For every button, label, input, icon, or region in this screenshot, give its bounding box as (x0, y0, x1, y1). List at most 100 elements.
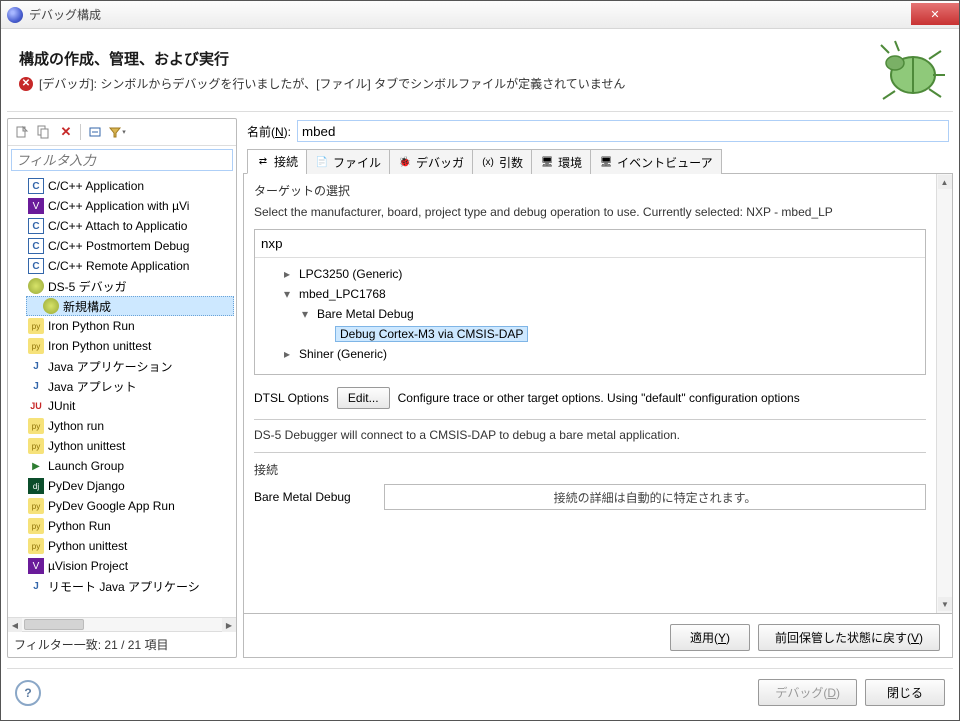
scroll-up-icon[interactable]: ▲ (938, 175, 952, 189)
tree-item[interactable]: CC/C++ Application (26, 176, 234, 196)
type-icon: J (28, 578, 44, 594)
tree-item-label: PyDev Django (48, 479, 125, 493)
help-button[interactable]: ? (15, 680, 41, 706)
expand-icon[interactable]: ▸ (281, 347, 293, 361)
tree-item[interactable]: pyJython unittest (26, 436, 234, 456)
tree-item[interactable]: 新規構成 (26, 296, 234, 316)
new-config-button[interactable] (12, 122, 32, 142)
tree-item[interactable]: pyPython Run (26, 516, 234, 536)
panel-vscrollbar[interactable]: ▲ ▼ (936, 174, 952, 613)
close-window-button[interactable]: ✕ (911, 3, 959, 25)
device-tree-row[interactable]: Debug Cortex-M3 via CMSIS-DAP (263, 324, 919, 344)
config-tree[interactable]: CC/C++ ApplicationVC/C++ Application wit… (8, 174, 236, 617)
tree-hscrollbar[interactable]: ◀ ▶ (8, 617, 236, 631)
target-filter-input[interactable] (259, 234, 921, 253)
type-icon: C (28, 178, 44, 194)
dialog-window: デバッグ構成 ✕ 構成の作成、管理、および実行 ✕ [デバッガ]: シンボルから… (0, 0, 960, 721)
tree-item[interactable]: DS-5 デバッガ (26, 276, 234, 296)
tree-item[interactable]: Jリモート Java アプリケーシ (26, 576, 234, 596)
tab-label: 環境 (558, 154, 582, 171)
tab-icon: ⇄ (256, 155, 270, 169)
device-tree-row[interactable]: ▾mbed_LPC1768 (263, 284, 919, 304)
type-icon (43, 298, 59, 314)
tab-2[interactable]: 🐞デバッガ (389, 149, 473, 174)
tree-item[interactable]: pyJython run (26, 416, 234, 436)
tree-item[interactable]: ▶Launch Group (26, 456, 234, 476)
connection-details-box: 接続の詳細は自動的に特定されます。 (384, 484, 926, 510)
target-section-desc: Select the manufacturer, board, project … (254, 205, 926, 219)
device-tree-row[interactable]: ▸Shiner (Generic) (263, 344, 919, 364)
dtsl-desc: Configure trace or other target options.… (398, 391, 800, 405)
tree-item[interactable]: VC/C++ Application with µVi (26, 196, 234, 216)
tree-item[interactable]: pyIron Python Run (26, 316, 234, 336)
dtsl-label: DTSL Options (254, 391, 329, 405)
tree-item-label: C/C++ Attach to Applicatio (48, 219, 187, 233)
type-icon: C (28, 238, 44, 254)
debug-button[interactable]: デバッグ(D) (758, 679, 857, 706)
tab-label: イベントビューア (617, 154, 713, 171)
tab-4[interactable]: 🖥環境 (531, 149, 591, 174)
tree-item[interactable]: C C/C++ Remote Application (26, 256, 234, 276)
close-button[interactable]: 閉じる (865, 679, 945, 706)
tree-toolbar: ✕ ▾ (8, 119, 236, 146)
connection-label: Bare Metal Debug (254, 490, 384, 504)
tab-0[interactable]: ⇄接続 (247, 149, 307, 174)
scroll-left-icon[interactable]: ◀ (8, 618, 22, 632)
scroll-thumb[interactable] (24, 619, 84, 630)
tree-item-label: Java アプリケーション (48, 358, 172, 375)
window-title: デバッグ構成 (29, 6, 101, 23)
tree-item[interactable]: pyPyDev Google App Run (26, 496, 234, 516)
duplicate-config-button[interactable] (34, 122, 54, 142)
tree-filter-input[interactable] (11, 149, 233, 171)
tree-item-label: C/C++ Remote Application (48, 259, 189, 273)
expand-icon[interactable]: ▾ (281, 287, 293, 301)
tab-icon: 📄 (315, 155, 329, 169)
tree-item[interactable]: pyIron Python unittest (26, 336, 234, 356)
tab-icon: 🖥 (599, 155, 613, 169)
dtsl-edit-button[interactable]: Edit... (337, 387, 390, 409)
scroll-right-icon[interactable]: ▶ (222, 618, 236, 632)
filter-menu-button[interactable]: ▾ (107, 122, 127, 142)
expand-icon[interactable]: ▾ (299, 307, 311, 321)
type-icon: py (28, 318, 44, 334)
tree-item[interactable]: C C/C++ Attach to Applicatio (26, 216, 234, 236)
type-icon: C (28, 218, 44, 234)
device-tree[interactable]: ▸LPC3250 (Generic)▾mbed_LPC1768▾Bare Met… (255, 258, 925, 374)
tree-item-label: Launch Group (48, 459, 124, 473)
error-icon: ✕ (19, 77, 33, 91)
tab-connection-panel: ターゲットの選択 Select the manufacturer, board,… (244, 174, 936, 613)
tree-item[interactable]: py Python unittest (26, 536, 234, 556)
tree-item[interactable]: JUJUnit (26, 396, 234, 416)
type-icon: C (28, 258, 44, 274)
tree-item[interactable]: JJava アプレット (26, 376, 234, 396)
filter-count: フィルター一致: 21 / 21 項目 (8, 631, 236, 657)
collapse-all-button[interactable] (85, 122, 105, 142)
tree-item-label: Python unittest (48, 539, 127, 553)
tab-icon: (x) (481, 155, 495, 169)
target-box: ▸LPC3250 (Generic)▾mbed_LPC1768▾Bare Met… (254, 229, 926, 375)
tab-1[interactable]: 📄ファイル (306, 149, 390, 174)
device-tree-row[interactable]: ▸LPC3250 (Generic) (263, 264, 919, 284)
type-icon: py (28, 438, 44, 454)
expand-icon[interactable]: ▸ (281, 267, 293, 281)
tab-label: デバッガ (416, 154, 464, 171)
tree-item-label: µVision Project (48, 559, 128, 573)
type-icon: py (28, 538, 44, 554)
scroll-down-icon[interactable]: ▼ (938, 597, 952, 611)
type-icon: J (28, 358, 44, 374)
tab-label: 引数 (499, 154, 523, 171)
target-section-title: ターゲットの選択 (254, 182, 926, 199)
tree-item[interactable]: dj PyDev Django (26, 476, 234, 496)
type-icon: dj (28, 478, 44, 494)
connect-note: DS-5 Debugger will connect to a CMSIS-DA… (254, 428, 926, 442)
tree-item[interactable]: CC/C++ Postmortem Debug (26, 236, 234, 256)
tree-item[interactable]: VµVision Project (26, 556, 234, 576)
apply-button[interactable]: 適用(Y) (670, 624, 750, 651)
device-tree-row[interactable]: ▾Bare Metal Debug (263, 304, 919, 324)
revert-button[interactable]: 前回保管した状態に戻す(V) (758, 624, 940, 651)
delete-config-button[interactable]: ✕ (56, 122, 76, 142)
tree-item[interactable]: JJava アプリケーション (26, 356, 234, 376)
tab-3[interactable]: (x) 引数 (472, 149, 532, 174)
config-name-input[interactable] (297, 120, 949, 142)
tab-5[interactable]: 🖥 イベントビューア (590, 149, 722, 174)
